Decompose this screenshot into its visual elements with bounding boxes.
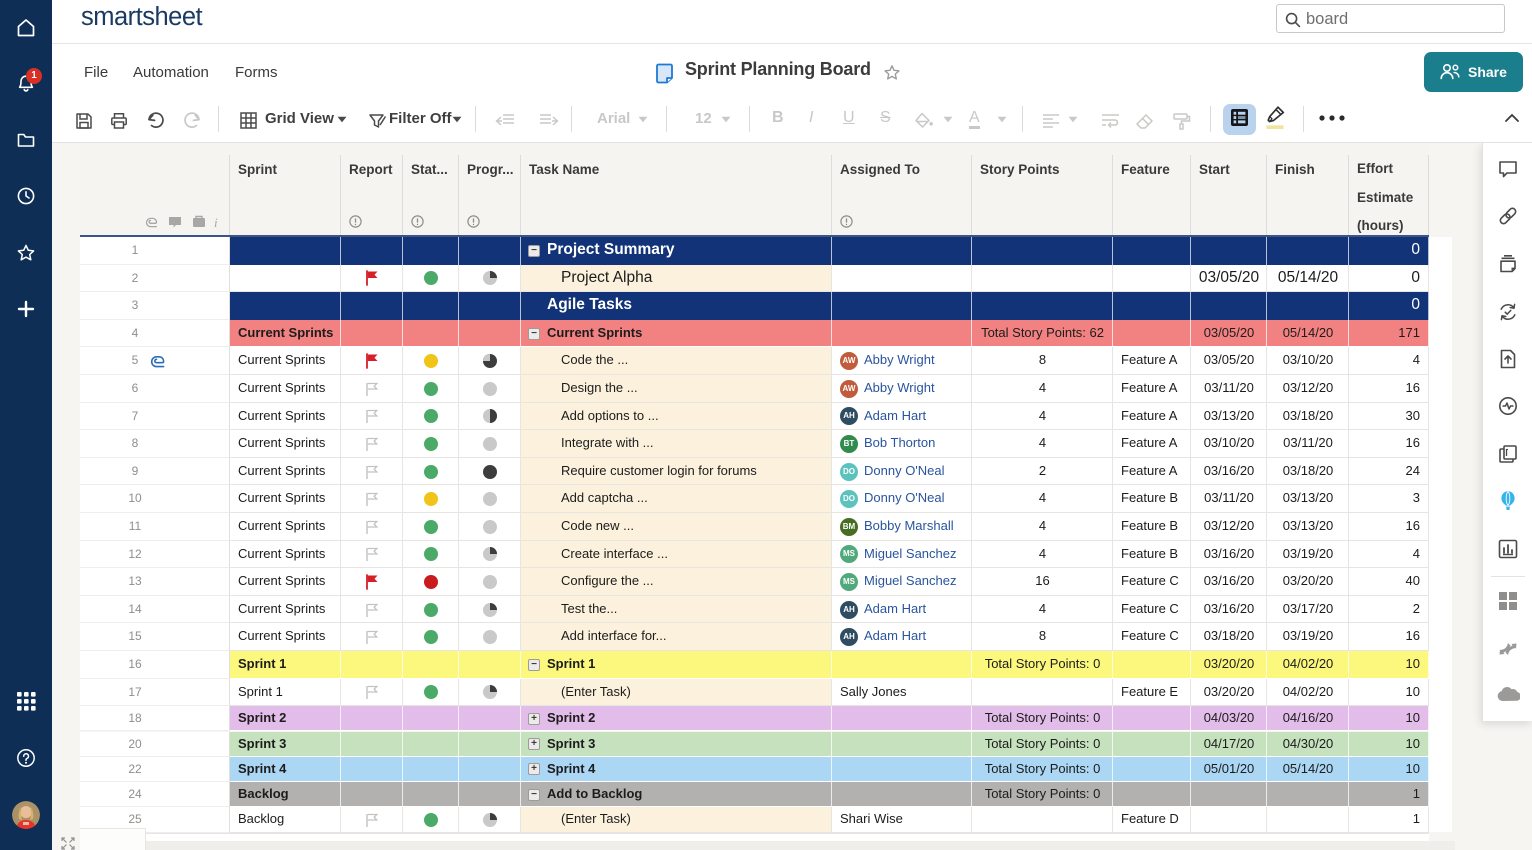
svg-text:i: i [214, 215, 218, 229]
